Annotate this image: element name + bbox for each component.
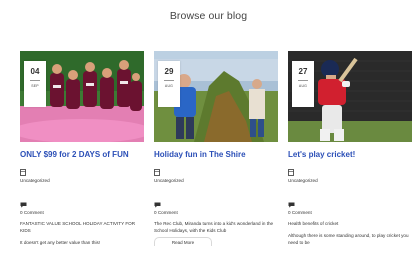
folder-icon: [154, 169, 160, 176]
date-day: 27: [298, 67, 308, 76]
section-title: Browse our blog: [169, 10, 248, 22]
post-comments[interactable]: 0 Comment: [154, 210, 278, 215]
folder-icon: [288, 169, 294, 176]
post-image[interactable]: 27 AUG: [288, 51, 412, 142]
read-more-button[interactable]: Read More: [154, 237, 212, 246]
blog-card: 27 AUG Let's play cricket! Uncategorized…: [288, 51, 412, 246]
comment-icon: [154, 202, 161, 208]
post-comments[interactable]: 0 Comment: [20, 210, 144, 215]
post-title[interactable]: Holiday fun in The Shire: [154, 150, 278, 160]
post-excerpt: The Rec Club, Miranda turns into a kid's…: [154, 221, 274, 233]
date-month: AUG: [298, 84, 308, 88]
post-excerpt-continued: It doesn't get any better value than thi…: [20, 240, 101, 245]
date-badge: 27 AUG: [292, 61, 314, 107]
post-image[interactable]: 04 SEP: [20, 51, 144, 142]
post-title[interactable]: ONLY $99 for 2 DAYS of FUN: [20, 150, 144, 160]
date-divider: [30, 80, 40, 81]
post-excerpt-continued: Although there is some standing around, …: [288, 233, 409, 245]
date-day: 29: [164, 67, 174, 76]
date-divider: [164, 80, 174, 81]
post-category[interactable]: Uncategorized: [20, 178, 144, 183]
date-month: AUG: [164, 84, 174, 88]
post-image[interactable]: 29 AUG: [154, 51, 278, 142]
post-excerpt: FANTASTIC VALUE SCHOOL HOLIDAY ACTIVITY …: [20, 221, 136, 233]
date-day: 04: [30, 67, 40, 76]
post-comments[interactable]: 0 Comment: [288, 210, 412, 215]
post-category[interactable]: Uncategorized: [154, 178, 278, 183]
date-badge: 04 SEP: [24, 61, 46, 107]
blog-card: 04 SEP ONLY $99 for 2 DAYS of FUN Uncate…: [20, 51, 144, 246]
blog-card: 29 AUG Holiday fun in The Shire Uncatego…: [154, 51, 278, 246]
post-excerpt: Health benefits of cricket: [288, 221, 339, 226]
comment-icon: [288, 202, 295, 208]
date-divider: [298, 80, 308, 81]
date-badge: 29 AUG: [158, 61, 180, 107]
folder-icon: [20, 169, 26, 176]
date-month: SEP: [31, 84, 39, 88]
post-title[interactable]: Let's play cricket!: [288, 150, 412, 160]
comment-icon: [20, 202, 27, 208]
post-category[interactable]: Uncategorized: [288, 178, 412, 183]
